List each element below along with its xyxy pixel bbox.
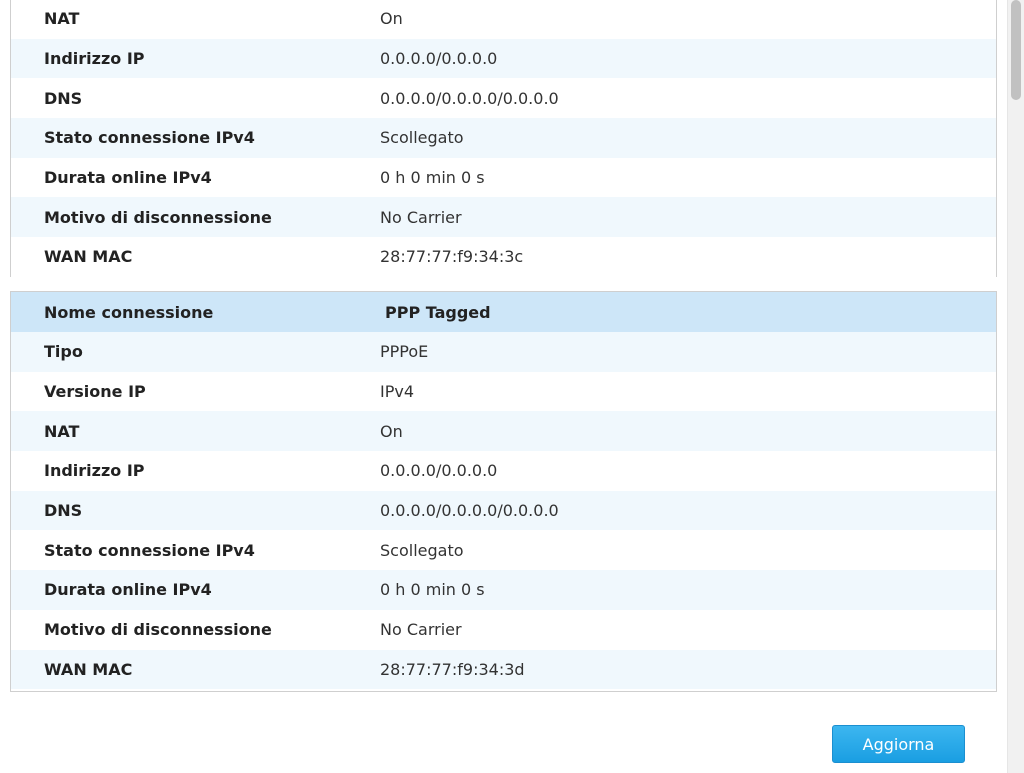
row-value: 0.0.0.0/0.0.0.0 bbox=[380, 49, 498, 69]
page: NAT On Indirizzo IP 0.0.0.0/0.0.0.0 DNS … bbox=[0, 0, 1024, 773]
row-value: IPv4 bbox=[380, 382, 415, 402]
info-row-wan-mac: WAN MAC 28:77:77:f9:34:3d bbox=[11, 649, 996, 690]
row-value: Scollegato bbox=[380, 540, 464, 560]
info-row-ip-address: Indirizzo IP 0.0.0.0/0.0.0.0 bbox=[11, 451, 996, 491]
row-value: No Carrier bbox=[380, 620, 462, 640]
info-row-disconnect-reason: Motivo di disconnessione No Carrier bbox=[11, 609, 996, 650]
row-label: Durata online IPv4 bbox=[44, 580, 212, 600]
info-row-ip-version: Versione IP IPv4 bbox=[11, 371, 996, 412]
connection-info-panel-1: NAT On Indirizzo IP 0.0.0.0/0.0.0.0 DNS … bbox=[10, 0, 997, 277]
info-row-disconnect-reason: Motivo di disconnessione No Carrier bbox=[11, 197, 996, 238]
info-row-ipv4-uptime: Durata online IPv4 0 h 0 min 0 s bbox=[11, 157, 996, 198]
refresh-button[interactable]: Aggiorna bbox=[832, 725, 965, 763]
row-label: Indirizzo IP bbox=[44, 49, 145, 69]
row-label: Durata online IPv4 bbox=[44, 168, 212, 188]
row-value: 0.0.0.0/0.0.0.0 bbox=[380, 461, 498, 481]
info-row-nat: NAT On bbox=[11, 0, 996, 39]
header-label: Nome connessione bbox=[44, 302, 214, 322]
row-label: NAT bbox=[44, 9, 80, 29]
row-label: DNS bbox=[44, 88, 83, 108]
info-row-ipv4-status: Stato connessione IPv4 Scollegato bbox=[11, 118, 996, 158]
connection-info-panel-2: Nome connessione PPP Tagged Tipo PPPoE V… bbox=[10, 291, 997, 692]
row-label: Motivo di disconnessione bbox=[44, 620, 272, 640]
info-row-nat: NAT On bbox=[11, 411, 996, 452]
row-value: 0 h 0 min 0 s bbox=[380, 168, 485, 188]
scrollbar-thumb[interactable] bbox=[1011, 0, 1021, 100]
row-label: WAN MAC bbox=[44, 247, 133, 267]
row-label: Stato connessione IPv4 bbox=[44, 128, 255, 148]
row-label: NAT bbox=[44, 421, 80, 441]
row-label: DNS bbox=[44, 501, 83, 521]
info-row-type: Tipo PPPoE bbox=[11, 332, 996, 372]
row-label: Tipo bbox=[44, 342, 83, 362]
row-label: Versione IP bbox=[44, 382, 146, 402]
vertical-scrollbar[interactable] bbox=[1007, 0, 1024, 773]
row-label: Indirizzo IP bbox=[44, 461, 145, 481]
info-row-wan-mac: WAN MAC 28:77:77:f9:34:3c bbox=[11, 237, 996, 277]
row-value: Scollegato bbox=[380, 128, 464, 148]
info-row-ip-address: Indirizzo IP 0.0.0.0/0.0.0.0 bbox=[11, 38, 996, 79]
row-label: Stato connessione IPv4 bbox=[44, 540, 255, 560]
info-row-dns: DNS 0.0.0.0/0.0.0.0/0.0.0.0 bbox=[11, 78, 996, 119]
row-value: PPPoE bbox=[380, 342, 429, 362]
row-label: WAN MAC bbox=[44, 659, 133, 679]
row-value: 0 h 0 min 0 s bbox=[380, 580, 485, 600]
row-value: 28:77:77:f9:34:3c bbox=[380, 247, 524, 267]
info-row-ipv4-status: Stato connessione IPv4 Scollegato bbox=[11, 530, 996, 571]
row-value: 0.0.0.0/0.0.0.0/0.0.0.0 bbox=[380, 501, 559, 521]
row-value: On bbox=[380, 421, 403, 441]
info-row-ipv4-uptime: Durata online IPv4 0 h 0 min 0 s bbox=[11, 570, 996, 610]
info-row-dns: DNS 0.0.0.0/0.0.0.0/0.0.0.0 bbox=[11, 490, 996, 531]
connection-name-header: Nome connessione PPP Tagged bbox=[11, 292, 996, 332]
connection-name-value: PPP Tagged bbox=[385, 302, 491, 322]
row-label: Motivo di disconnessione bbox=[44, 207, 272, 227]
row-value: No Carrier bbox=[380, 207, 462, 227]
row-value: 28:77:77:f9:34:3d bbox=[380, 659, 525, 679]
row-value: On bbox=[380, 9, 403, 29]
row-value: 0.0.0.0/0.0.0.0/0.0.0.0 bbox=[380, 88, 559, 108]
